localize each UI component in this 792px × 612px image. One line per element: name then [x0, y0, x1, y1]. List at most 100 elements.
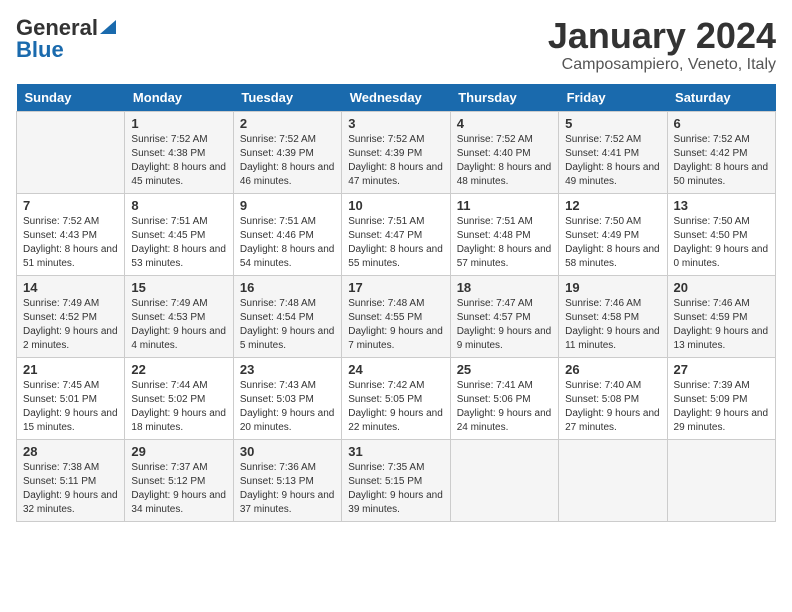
day-info: Sunrise: 7:47 AMSunset: 4:57 PMDaylight:…	[457, 297, 552, 353]
logo: General Blue	[16, 16, 116, 61]
day-info: Sunrise: 7:51 AMSunset: 4:46 PMDaylight:…	[240, 215, 335, 271]
calendar-cell	[17, 111, 125, 193]
calendar-cell: 7Sunrise: 7:52 AMSunset: 4:43 PMDaylight…	[17, 193, 125, 275]
day-info: Sunrise: 7:49 AMSunset: 4:53 PMDaylight:…	[131, 297, 226, 353]
col-header-wednesday: Wednesday	[342, 84, 450, 112]
day-info: Sunrise: 7:48 AMSunset: 4:55 PMDaylight:…	[348, 297, 443, 353]
day-info: Sunrise: 7:52 AMSunset: 4:42 PMDaylight:…	[674, 133, 769, 189]
header: General Blue January 2024 Camposampiero,…	[16, 16, 776, 74]
col-header-thursday: Thursday	[450, 84, 558, 112]
calendar-cell: 5Sunrise: 7:52 AMSunset: 4:41 PMDaylight…	[559, 111, 667, 193]
calendar-week-row: 1Sunrise: 7:52 AMSunset: 4:38 PMDaylight…	[17, 111, 776, 193]
day-info: Sunrise: 7:50 AMSunset: 4:49 PMDaylight:…	[565, 215, 660, 271]
day-number: 11	[457, 198, 552, 213]
col-header-monday: Monday	[125, 84, 233, 112]
calendar-cell	[450, 439, 558, 521]
calendar-cell: 22 Sunrise: 7:44 AMSunset: 5:02 PMDayligh…	[125, 357, 233, 439]
day-number: 16	[240, 280, 335, 295]
calendar-week-row: 14Sunrise: 7:49 AMSunset: 4:52 PMDayligh…	[17, 275, 776, 357]
day-info: Sunrise: 7:37 AMSunset: 5:12 PMDaylight:…	[131, 461, 226, 517]
day-number: 31	[348, 444, 443, 459]
day-number: 30	[240, 444, 335, 459]
calendar-cell: 14Sunrise: 7:49 AMSunset: 4:52 PMDayligh…	[17, 275, 125, 357]
calendar-cell: 21 Sunrise: 7:45 AMSunset: 5:01 PMDayligh…	[17, 357, 125, 439]
calendar-cell: 25 Sunrise: 7:41 AMSunset: 5:06 PMDayligh…	[450, 357, 558, 439]
day-info: Sunrise: 7:44 AMSunset: 5:02 PMDaylight:…	[131, 379, 226, 435]
calendar-cell: 13Sunrise: 7:50 AMSunset: 4:50 PMDayligh…	[667, 193, 775, 275]
day-info: Sunrise: 7:52 AMSunset: 4:39 PMDaylight:…	[240, 133, 335, 189]
calendar-cell: 18 Sunrise: 7:47 AMSunset: 4:57 PMDayligh…	[450, 275, 558, 357]
calendar-cell: 28Sunrise: 7:38 AMSunset: 5:11 PMDayligh…	[17, 439, 125, 521]
calendar-cell: 12 Sunrise: 7:50 AMSunset: 4:49 PMDayligh…	[559, 193, 667, 275]
calendar-cell: 10 Sunrise: 7:51 AMSunset: 4:47 PMDayligh…	[342, 193, 450, 275]
day-number: 2	[240, 116, 335, 131]
day-number: 26	[565, 362, 660, 377]
day-info: Sunrise: 7:52 AMSunset: 4:38 PMDaylight:…	[131, 133, 226, 189]
calendar-header-row: SundayMondayTuesdayWednesdayThursdayFrid…	[17, 84, 776, 112]
day-info: Sunrise: 7:51 AMSunset: 4:47 PMDaylight:…	[348, 215, 443, 271]
day-number: 28	[23, 444, 118, 459]
logo-blue-text: Blue	[16, 39, 116, 61]
calendar-cell: 24Sunrise: 7:42 AMSunset: 5:05 PMDayligh…	[342, 357, 450, 439]
calendar-cell: 6Sunrise: 7:52 AMSunset: 4:42 PMDaylight…	[667, 111, 775, 193]
day-info: Sunrise: 7:51 AMSunset: 4:45 PMDaylight:…	[131, 215, 226, 271]
day-info: Sunrise: 7:52 AMSunset: 4:39 PMDaylight:…	[348, 133, 443, 189]
calendar-cell: 17Sunrise: 7:48 AMSunset: 4:55 PMDayligh…	[342, 275, 450, 357]
day-number: 14	[23, 280, 118, 295]
day-info: Sunrise: 7:48 AMSunset: 4:54 PMDaylight:…	[240, 297, 335, 353]
col-header-tuesday: Tuesday	[233, 84, 341, 112]
day-number: 18	[457, 280, 552, 295]
calendar-table: SundayMondayTuesdayWednesdayThursdayFrid…	[16, 84, 776, 522]
day-info: Sunrise: 7:39 AMSunset: 5:09 PMDaylight:…	[674, 379, 769, 435]
calendar-cell: 15 Sunrise: 7:49 AMSunset: 4:53 PMDayligh…	[125, 275, 233, 357]
calendar-cell: 4 Sunrise: 7:52 AMSunset: 4:40 PMDaylight…	[450, 111, 558, 193]
calendar-week-row: 21 Sunrise: 7:45 AMSunset: 5:01 PMDayligh…	[17, 357, 776, 439]
day-info: Sunrise: 7:52 AMSunset: 4:40 PMDaylight:…	[457, 133, 552, 189]
calendar-cell: 31 Sunrise: 7:35 AMSunset: 5:15 PMDayligh…	[342, 439, 450, 521]
calendar-cell: 20 Sunrise: 7:46 AMSunset: 4:59 PMDayligh…	[667, 275, 775, 357]
day-number: 9	[240, 198, 335, 213]
day-number: 8	[131, 198, 226, 213]
day-info: Sunrise: 7:42 AMSunset: 5:05 PMDaylight:…	[348, 379, 443, 435]
day-number: 3	[348, 116, 443, 131]
day-number: 21	[23, 362, 118, 377]
col-header-saturday: Saturday	[667, 84, 775, 112]
day-number: 10	[348, 198, 443, 213]
title-area: January 2024 Camposampiero, Veneto, Ital…	[548, 16, 776, 74]
calendar-cell: 26Sunrise: 7:40 AMSunset: 5:08 PMDayligh…	[559, 357, 667, 439]
day-number: 29	[131, 444, 226, 459]
day-info: Sunrise: 7:50 AMSunset: 4:50 PMDaylight:…	[674, 215, 769, 271]
calendar-week-row: 28Sunrise: 7:38 AMSunset: 5:11 PMDayligh…	[17, 439, 776, 521]
calendar-cell: 11Sunrise: 7:51 AMSunset: 4:48 PMDayligh…	[450, 193, 558, 275]
calendar-cell	[667, 439, 775, 521]
day-info: Sunrise: 7:45 AMSunset: 5:01 PMDaylight:…	[23, 379, 118, 435]
day-info: Sunrise: 7:46 AMSunset: 4:58 PMDaylight:…	[565, 297, 660, 353]
location-title: Camposampiero, Veneto, Italy	[548, 56, 776, 74]
day-number: 5	[565, 116, 660, 131]
calendar-cell: 27 Sunrise: 7:39 AMSunset: 5:09 PMDayligh…	[667, 357, 775, 439]
day-number: 4	[457, 116, 552, 131]
day-number: 15	[131, 280, 226, 295]
day-number: 22	[131, 362, 226, 377]
calendar-cell: 9 Sunrise: 7:51 AMSunset: 4:46 PMDaylight…	[233, 193, 341, 275]
calendar-cell	[559, 439, 667, 521]
calendar-cell: 8 Sunrise: 7:51 AMSunset: 4:45 PMDaylight…	[125, 193, 233, 275]
day-number: 12	[565, 198, 660, 213]
day-number: 25	[457, 362, 552, 377]
day-number: 19	[565, 280, 660, 295]
col-header-friday: Friday	[559, 84, 667, 112]
calendar-cell: 19 Sunrise: 7:46 AMSunset: 4:58 PMDayligh…	[559, 275, 667, 357]
day-info: Sunrise: 7:36 AMSunset: 5:13 PMDaylight:…	[240, 461, 335, 517]
calendar-cell: 1Sunrise: 7:52 AMSunset: 4:38 PMDaylight…	[125, 111, 233, 193]
day-number: 27	[674, 362, 769, 377]
day-info: Sunrise: 7:46 AMSunset: 4:59 PMDaylight:…	[674, 297, 769, 353]
day-info: Sunrise: 7:43 AMSunset: 5:03 PMDaylight:…	[240, 379, 335, 435]
calendar-week-row: 7Sunrise: 7:52 AMSunset: 4:43 PMDaylight…	[17, 193, 776, 275]
calendar-cell: 30 Sunrise: 7:36 AMSunset: 5:13 PMDayligh…	[233, 439, 341, 521]
calendar-cell: 3 Sunrise: 7:52 AMSunset: 4:39 PMDaylight…	[342, 111, 450, 193]
day-number: 20	[674, 280, 769, 295]
calendar-cell: 2 Sunrise: 7:52 AMSunset: 4:39 PMDaylight…	[233, 111, 341, 193]
logo-triangle-icon	[100, 16, 116, 34]
day-info: Sunrise: 7:41 AMSunset: 5:06 PMDaylight:…	[457, 379, 552, 435]
day-info: Sunrise: 7:35 AMSunset: 5:15 PMDaylight:…	[348, 461, 443, 517]
